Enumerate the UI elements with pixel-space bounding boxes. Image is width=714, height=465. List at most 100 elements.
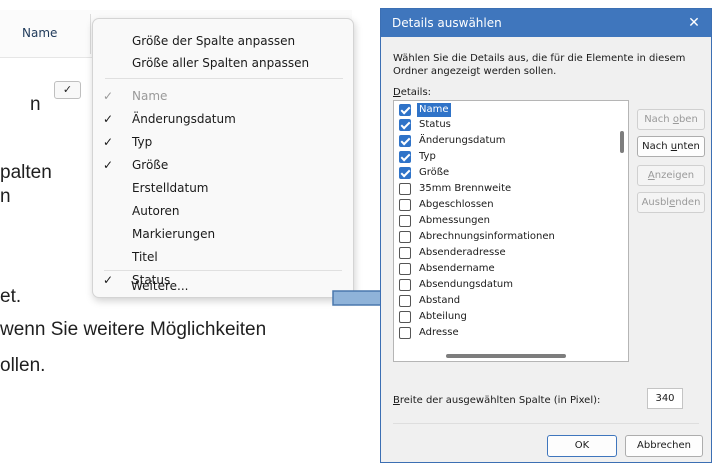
list-item-label: Absenderadresse xyxy=(419,247,506,258)
checkbox[interactable] xyxy=(399,279,411,291)
checkbox[interactable] xyxy=(399,104,411,116)
menu-item-label: Autoren xyxy=(132,204,180,218)
column-context-menu: Größe der Spalte anpassen Größe aller Sp… xyxy=(92,18,354,298)
menu-item-label: Größe xyxy=(132,158,169,172)
menu-item-authors[interactable]: Autoren xyxy=(93,200,353,222)
list-item-label: Abteilung xyxy=(419,311,467,322)
menu-item-label: Name xyxy=(132,89,168,103)
details-label: Details: xyxy=(393,87,432,98)
close-icon[interactable]: ✕ xyxy=(677,9,711,37)
menu-item-name: ✓ Name xyxy=(93,85,353,107)
list-item[interactable]: Abgeschlossen xyxy=(398,198,608,213)
move-up-button[interactable]: Nach oben xyxy=(637,109,705,130)
check-icon: ✓ xyxy=(102,89,114,103)
move-down-button[interactable]: Nach unten xyxy=(637,136,705,157)
ok-button[interactable]: OK xyxy=(547,435,617,457)
menu-item-modified-date[interactable]: ✓ Änderungsdatum xyxy=(93,108,353,130)
menu-item-more[interactable]: Weitere... xyxy=(92,275,352,297)
list-item-label: Änderungsdatum xyxy=(419,135,506,146)
doc-text-line: palten xyxy=(0,162,52,183)
checkbox[interactable] xyxy=(399,215,411,227)
checkmark-box-icon: ✓ xyxy=(54,81,81,99)
menu-item-type[interactable]: ✓ Typ xyxy=(93,131,353,153)
vertical-scrollbar-thumb[interactable] xyxy=(620,131,624,153)
list-item-label: 35mm Brennweite xyxy=(419,183,512,194)
list-item[interactable]: Abstand xyxy=(398,294,608,309)
checkbox[interactable] xyxy=(399,247,411,259)
menu-item-created-date[interactable]: Erstelldatum xyxy=(93,177,353,199)
menu-item-size[interactable]: ✓ Größe xyxy=(93,154,353,176)
details-listbox[interactable]: Name Status Änderungsdatum Typ Größe 35m… xyxy=(393,100,629,362)
list-item[interactable]: Status xyxy=(398,118,608,133)
menu-item-title[interactable]: Titel xyxy=(93,246,353,268)
doc-text-line: et. xyxy=(0,286,22,307)
list-item[interactable]: Abmessungen xyxy=(398,214,608,229)
checkbox[interactable] xyxy=(399,295,411,307)
check-icon: ✓ xyxy=(102,112,114,126)
checkbox[interactable] xyxy=(399,263,411,275)
menu-item-label: Größe aller Spalten anpassen xyxy=(132,56,310,70)
horizontal-scrollbar-thumb[interactable] xyxy=(446,354,566,358)
list-item-label: Name xyxy=(417,103,451,117)
check-icon: ✓ xyxy=(102,135,114,149)
checkbox[interactable] xyxy=(399,167,411,179)
list-item[interactable]: 35mm Brennweite xyxy=(398,182,608,197)
menu-item-size-column[interactable]: Größe der Spalte anpassen xyxy=(93,30,353,52)
hide-button[interactable]: Ausblenden xyxy=(637,192,705,213)
check-icon: ✓ xyxy=(102,158,114,172)
menu-item-tags[interactable]: Markierungen xyxy=(93,223,353,245)
checkbox[interactable] xyxy=(399,327,411,339)
list-item[interactable]: Absendername xyxy=(398,262,608,277)
menu-item-label: Markierungen xyxy=(132,227,216,241)
dialog-title: Details auswählen xyxy=(392,16,502,30)
list-item[interactable]: Größe xyxy=(398,166,608,181)
menu-item-label: Größe der Spalte anpassen xyxy=(132,34,296,48)
column-width-input[interactable]: 340 xyxy=(647,388,683,409)
list-item-label: Größe xyxy=(419,167,450,178)
list-item-label: Adresse xyxy=(419,327,459,338)
list-item[interactable]: Absendungsdatum xyxy=(398,278,608,293)
checkbox[interactable] xyxy=(399,311,411,323)
list-item[interactable]: Absenderadresse xyxy=(398,246,608,261)
column-separator[interactable] xyxy=(90,14,91,54)
menu-item-label: Erstelldatum xyxy=(132,181,209,195)
cancel-button[interactable]: Abbrechen xyxy=(625,435,703,457)
list-item[interactable]: Adresse xyxy=(398,326,608,341)
checkbox[interactable] xyxy=(399,151,411,163)
menu-item-label: Titel xyxy=(132,250,158,264)
menu-separator xyxy=(104,270,342,271)
list-item[interactable]: Abteilung xyxy=(398,310,608,325)
doc-text-line: wenn Sie weitere Möglichkeiten xyxy=(0,319,267,340)
column-header-name[interactable]: Name xyxy=(22,26,57,40)
details-dialog: Details auswählen ✕ Wählen Sie die Detai… xyxy=(380,8,712,463)
doc-text-line: n xyxy=(0,186,11,207)
list-item-label: Status xyxy=(419,119,451,130)
menu-item-label: Typ xyxy=(132,135,153,149)
doc-text-line: ollen. xyxy=(0,355,46,376)
dialog-titlebar[interactable]: Details auswählen ✕ xyxy=(381,9,711,37)
list-item-label: Absendungsdatum xyxy=(419,279,513,290)
list-item[interactable]: Name xyxy=(398,103,608,118)
checkbox[interactable] xyxy=(399,119,411,131)
list-item[interactable]: Typ xyxy=(398,150,608,165)
list-item[interactable]: Änderungsdatum xyxy=(398,134,608,149)
list-item-label: Abmessungen xyxy=(419,215,491,226)
list-item-label: Typ xyxy=(419,151,436,162)
menu-item-label: Änderungsdatum xyxy=(132,112,236,126)
checkbox[interactable] xyxy=(399,199,411,211)
list-item-label: Abgeschlossen xyxy=(419,199,494,210)
list-item-label: Absendername xyxy=(419,263,495,274)
dialog-instruction: Wählen Sie die Details aus, die für die … xyxy=(393,53,686,77)
dialog-divider xyxy=(393,423,699,424)
checkbox[interactable] xyxy=(399,135,411,147)
checkbox[interactable] xyxy=(399,183,411,195)
menu-item-size-all-columns[interactable]: Größe aller Spalten anpassen xyxy=(93,52,353,74)
list-item-label: Abrechnungsinformationen xyxy=(419,231,555,242)
list-item[interactable]: Abrechnungsinformationen xyxy=(398,230,608,245)
show-button[interactable]: Anzeigen xyxy=(637,165,705,186)
menu-item-label: Weitere... xyxy=(131,279,189,293)
column-width-label: Breite der ausgewählten Spalte (in Pixel… xyxy=(393,395,601,406)
list-item-label: Abstand xyxy=(419,295,461,306)
checkbox[interactable] xyxy=(399,231,411,243)
menu-separator xyxy=(105,78,343,79)
